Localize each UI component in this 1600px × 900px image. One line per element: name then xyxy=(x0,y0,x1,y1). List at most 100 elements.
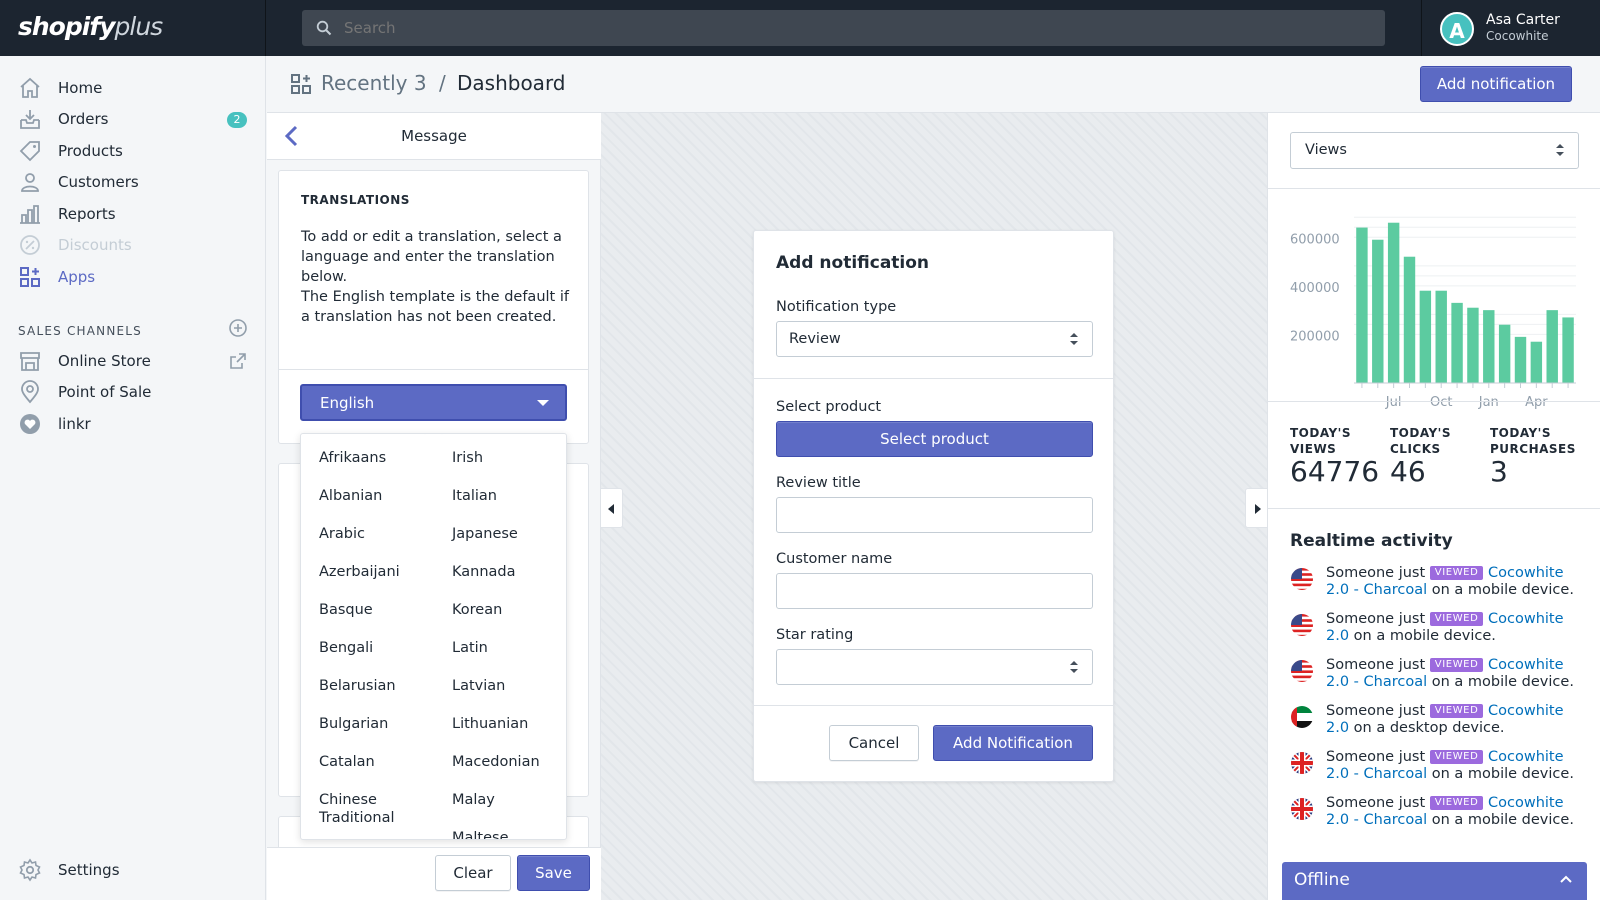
sidebar-item-products[interactable]: Products xyxy=(0,135,266,167)
chart-bar[interactable] xyxy=(1419,290,1432,383)
language-option[interactable]: Irish xyxy=(452,449,566,467)
sidebar-item-discounts[interactable]: Discounts xyxy=(0,229,266,261)
user-menu[interactable]: A Asa Carter Cocowhite xyxy=(1421,0,1600,56)
clear-button[interactable]: Clear xyxy=(435,855,511,891)
shopify-plus-logo[interactable]: shopifyplus xyxy=(18,12,163,41)
language-option[interactable]: Bulgarian xyxy=(319,715,444,733)
chart-bar[interactable] xyxy=(1467,307,1479,383)
language-option[interactable]: Latvian xyxy=(452,677,566,695)
y-tick-label: 600000 xyxy=(1290,232,1340,247)
sidebar-item-settings[interactable]: Settings xyxy=(0,854,266,886)
sidebar-item-label: Point of Sale xyxy=(58,383,152,401)
search-icon xyxy=(316,20,332,36)
sidebar-item-home[interactable]: Home xyxy=(0,72,266,104)
language-option[interactable]: Basque xyxy=(319,601,444,619)
chart-bar[interactable] xyxy=(1498,324,1511,383)
language-option[interactable]: Maltese xyxy=(452,829,566,839)
language-option[interactable]: Italian xyxy=(452,487,566,505)
sidebar-item-reports[interactable]: Reports xyxy=(0,198,266,230)
sidebar-item-label: Discounts xyxy=(58,236,132,254)
language-option[interactable]: Japanese xyxy=(452,525,566,543)
sidebar-item-label: linkr xyxy=(58,415,91,433)
language-option[interactable]: Kannada xyxy=(452,563,566,581)
notification-type-value: Review xyxy=(789,331,841,347)
activity-prefix: Someone just xyxy=(1326,795,1426,811)
divider xyxy=(1268,401,1600,402)
y-tick-label: 200000 xyxy=(1290,329,1340,344)
language-option[interactable]: Azerbaijani xyxy=(319,563,444,581)
activity-item: Someone just VIEWED Cocowhite 2.0 on a d… xyxy=(1290,703,1590,743)
chart-bar[interactable] xyxy=(1451,302,1463,383)
language-option[interactable]: Macedonian xyxy=(452,753,566,771)
translations-heading: TRANSLATIONS xyxy=(301,193,410,207)
sidebar-item-point-of-sale[interactable]: Point of Sale xyxy=(0,376,266,408)
language-option[interactable]: Albanian xyxy=(319,487,444,505)
language-option[interactable]: Latin xyxy=(452,639,566,657)
brand-area: shopifyplus xyxy=(0,0,266,56)
notification-type-select[interactable]: Review xyxy=(776,321,1093,357)
chart-bar[interactable] xyxy=(1546,310,1558,383)
message-editor-panel: Message TRANSLATIONS To add or edit a tr… xyxy=(267,113,601,900)
activity-text: Someone just VIEWED Cocowhite 2.0 - Char… xyxy=(1326,565,1588,599)
add-notification-header-button[interactable]: Add notification xyxy=(1420,66,1572,102)
collapse-right-panel-button[interactable] xyxy=(1245,488,1267,528)
select-product-label: Select product xyxy=(776,399,882,415)
search-input[interactable] xyxy=(344,10,1244,46)
sidebar-item-customers[interactable]: Customers xyxy=(0,166,266,198)
chart-bar[interactable] xyxy=(1562,317,1574,383)
language-select[interactable]: English xyxy=(300,384,567,421)
select-arrows-icon xyxy=(1556,144,1564,158)
sidebar-item-label: Reports xyxy=(58,205,116,223)
language-dropdown-list[interactable]: Afrikaans Albanian Arabic Azerbaijani Basque… xyxy=(300,433,567,840)
discount-icon xyxy=(20,235,40,255)
chart-bar[interactable] xyxy=(1530,341,1543,383)
language-option[interactable]: Catalan xyxy=(319,753,444,771)
language-option[interactable]: Malay xyxy=(452,791,566,809)
activity-prefix: Someone just xyxy=(1326,611,1426,627)
customer-name-input[interactable] xyxy=(776,573,1093,609)
chart-bar[interactable] xyxy=(1514,336,1527,383)
select-product-button[interactable]: Select product xyxy=(776,421,1093,457)
activity-text: Someone just VIEWED Cocowhite 2.0 - Char… xyxy=(1326,749,1588,783)
chart-bar[interactable] xyxy=(1356,227,1368,383)
sidebar-item-apps[interactable]: Apps xyxy=(0,261,266,293)
home-icon xyxy=(20,77,40,98)
language-option[interactable]: Korean xyxy=(452,601,566,619)
activity-text: Someone just VIEWED Cocowhite 2.0 on a m… xyxy=(1326,611,1588,645)
language-option[interactable]: Lithuanian xyxy=(452,715,566,733)
metric-select[interactable]: Views xyxy=(1290,132,1579,169)
chart-bar[interactable] xyxy=(1483,310,1495,383)
language-option[interactable]: Bengali xyxy=(319,639,444,657)
add-notification-submit-button[interactable]: Add Notification xyxy=(933,725,1093,761)
sidebar-item-orders[interactable]: Orders 2 xyxy=(0,103,266,135)
activity-suffix: on a mobile device. xyxy=(1431,582,1574,598)
translations-help-text: To add or edit a translation, select a l… xyxy=(301,227,573,327)
chart-bar[interactable] xyxy=(1387,222,1400,383)
review-title-input[interactable] xyxy=(776,497,1093,533)
chart-bar[interactable] xyxy=(1372,239,1384,383)
stats-panel: Views 6000004000002000000JulOctJanApr TO… xyxy=(1267,113,1600,900)
sidebar-item-linkr[interactable]: linkr xyxy=(0,408,266,440)
search-bar[interactable] xyxy=(302,10,1385,46)
language-option[interactable]: Afrikaans xyxy=(319,449,444,467)
add-channel-icon[interactable] xyxy=(228,318,248,338)
orders-icon xyxy=(20,110,40,129)
chart-bar[interactable] xyxy=(1435,290,1447,383)
activity-prefix: Someone just xyxy=(1326,565,1426,581)
sidebar-item-online-store[interactable]: Online Store xyxy=(0,345,266,377)
gear-icon xyxy=(19,858,41,882)
language-option[interactable]: Chinese Traditional xyxy=(319,791,444,827)
breadcrumb-app-link[interactable]: Recently 3 xyxy=(321,71,427,95)
star-rating-select[interactable] xyxy=(776,649,1093,685)
chart-bar[interactable] xyxy=(1403,256,1416,383)
cancel-button[interactable]: Cancel xyxy=(829,725,919,761)
chat-widget[interactable]: Offline xyxy=(1282,862,1587,900)
language-option[interactable]: Arabic xyxy=(319,525,444,543)
collapse-left-panel-button[interactable] xyxy=(601,488,623,528)
save-button[interactable]: Save xyxy=(517,855,590,891)
page-title: Dashboard xyxy=(457,71,566,95)
language-option[interactable]: Belarusian xyxy=(319,677,444,695)
external-link-icon[interactable] xyxy=(228,351,248,371)
sidebar: Home Orders 2 Products Customers Reports… xyxy=(0,56,266,900)
chevron-up-icon xyxy=(1560,875,1572,883)
